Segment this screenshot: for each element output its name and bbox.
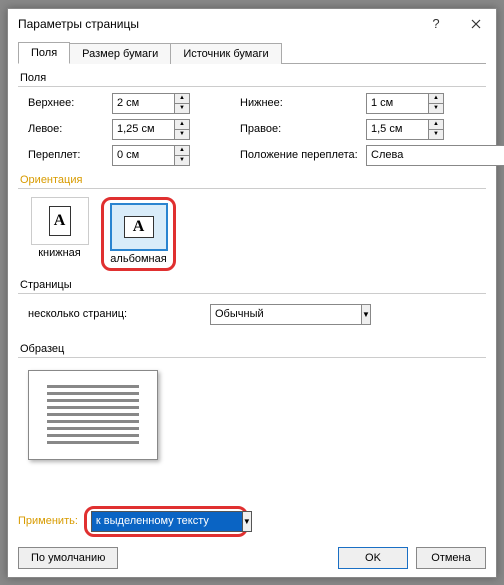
tab-fields[interactable]: Поля xyxy=(18,42,70,64)
right-margin-label: Правое: xyxy=(240,123,360,135)
margins-grid: Верхнее: ▲▼ Нижнее: ▲▼ Левое: ▲▼ Правое:… xyxy=(28,93,486,166)
help-button[interactable]: ? xyxy=(416,9,456,39)
orientation-portrait[interactable]: A книжная xyxy=(28,197,91,271)
highlight-apply: ▼ xyxy=(84,506,248,537)
dialog-content: Поля Размер бумаги Источник бумаги Поля … xyxy=(8,39,496,577)
top-margin-input[interactable]: ▲▼ xyxy=(112,93,202,114)
orientation-section-label: Ориентация xyxy=(20,174,486,186)
landscape-icon: A xyxy=(124,216,154,238)
highlight-orientation: A альбомная xyxy=(101,197,176,271)
tabs: Поля Размер бумаги Источник бумаги xyxy=(18,42,486,64)
tab-paper-source[interactable]: Источник бумаги xyxy=(170,43,281,64)
right-margin-input[interactable]: ▲▼ xyxy=(366,119,456,140)
margins-section-label: Поля xyxy=(20,72,486,84)
multi-pages-label: несколько страниц: xyxy=(28,308,148,320)
titlebar: Параметры страницы ? xyxy=(8,9,496,39)
apply-to-label: Применить: xyxy=(18,515,78,527)
bottom-margin-input[interactable]: ▲▼ xyxy=(366,93,456,114)
top-margin-label: Верхнее: xyxy=(28,97,106,109)
bottom-margin-label: Нижнее: xyxy=(240,97,360,109)
spin-up-icon: ▲ xyxy=(174,93,190,103)
preview-page-icon xyxy=(28,370,158,460)
chevron-down-icon[interactable]: ▼ xyxy=(242,511,252,532)
close-button[interactable] xyxy=(456,9,496,39)
tab-paper-size[interactable]: Размер бумаги xyxy=(69,43,171,64)
gutter-pos-select[interactable]: ▼ xyxy=(366,145,444,166)
portrait-icon: A xyxy=(49,206,71,236)
apply-to-select[interactable]: ▼ xyxy=(91,511,241,532)
preview-area xyxy=(28,370,486,500)
gutter-pos-label: Положение переплета: xyxy=(240,149,360,161)
multi-pages-select[interactable]: ▼ xyxy=(210,304,350,325)
default-button[interactable]: По умолчанию xyxy=(18,547,118,569)
button-row: По умолчанию OK Отмена xyxy=(18,547,486,569)
orientation-group: A книжная A альбомная xyxy=(28,197,486,271)
ok-button[interactable]: OK xyxy=(338,547,408,569)
gutter-input[interactable]: ▲▼ xyxy=(112,145,202,166)
orientation-landscape[interactable]: A альбомная xyxy=(107,203,170,265)
chevron-down-icon[interactable]: ▼ xyxy=(361,304,371,325)
cancel-button[interactable]: Отмена xyxy=(416,547,486,569)
spin-down-icon: ▼ xyxy=(174,103,190,114)
preview-section-label: Образец xyxy=(20,343,486,355)
gutter-label: Переплет: xyxy=(28,149,106,161)
pages-section-label: Страницы xyxy=(20,279,486,291)
dialog-title: Параметры страницы xyxy=(18,17,416,31)
left-margin-input[interactable]: ▲▼ xyxy=(112,119,202,140)
page-setup-dialog: Параметры страницы ? Поля Размер бумаги … xyxy=(7,8,497,578)
close-icon xyxy=(471,19,481,29)
left-margin-label: Левое: xyxy=(28,123,106,135)
